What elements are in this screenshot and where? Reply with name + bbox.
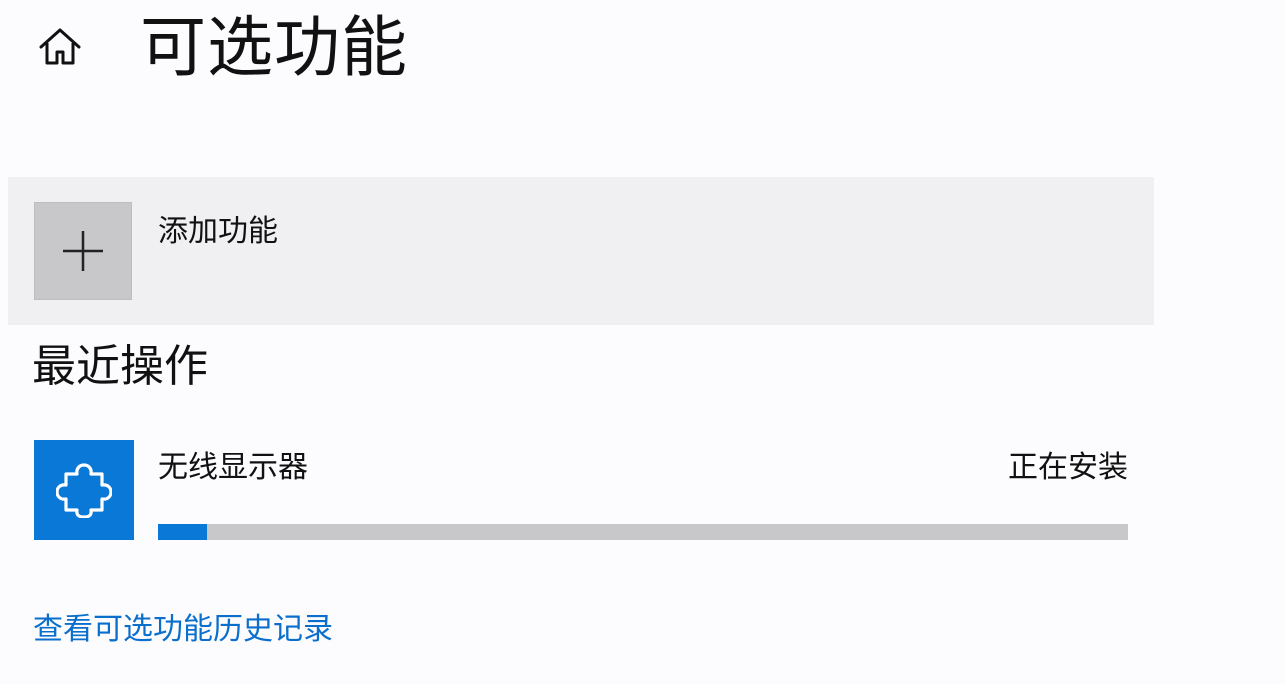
add-feature-label: 添加功能 xyxy=(158,214,278,249)
page-title: 可选功能 xyxy=(140,9,408,86)
feature-name: 无线显示器 xyxy=(158,450,308,485)
recent-item-wireless-display[interactable]: 无线显示器 正在安装 xyxy=(34,440,1134,540)
plus-icon xyxy=(34,202,132,300)
install-progress-bar xyxy=(158,524,1128,540)
home-icon xyxy=(37,26,83,72)
view-history-link[interactable]: 查看可选功能历史记录 xyxy=(33,610,333,650)
add-feature-button[interactable]: 添加功能 xyxy=(8,177,1154,325)
install-progress-fill xyxy=(158,524,207,540)
recent-actions-heading: 最近操作 xyxy=(32,341,208,392)
puzzle-piece-icon xyxy=(34,440,134,540)
home-button[interactable] xyxy=(34,25,86,73)
install-status: 正在安装 xyxy=(1008,450,1128,485)
